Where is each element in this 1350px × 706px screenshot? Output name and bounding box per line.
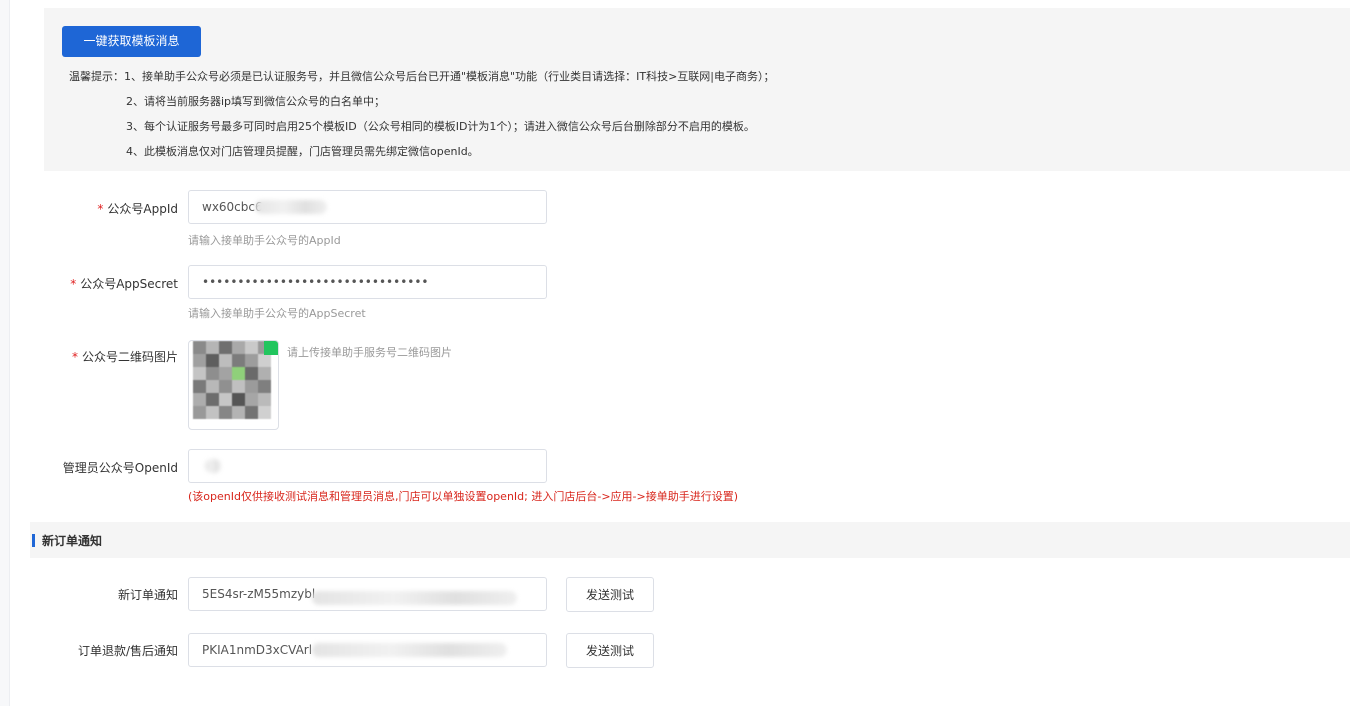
qrcode-image [193, 341, 271, 419]
redaction-blur [312, 591, 517, 605]
required-mark: * [70, 277, 77, 291]
qrcode-status-icon [264, 341, 278, 355]
tip-line-1: 温馨提示：1、接单助手公众号必须是已认证服务号，并且微信公众号后台已开通"模板消… [69, 70, 775, 83]
openid-warning: (该openId仅供接收测试消息和管理员消息,门店可以单独设置openId; 进… [188, 490, 739, 503]
appid-hint: 请输入接单助手公众号的AppId [188, 234, 341, 247]
qrcode-label: * 公众号二维码图片 [72, 348, 178, 365]
tip-line-2: 2、请将当前服务器ip填写到微信公众号的白名单中； [126, 95, 386, 108]
qrcode-upload[interactable] [188, 340, 279, 430]
qrcode-hint: 请上传接单助手服务号二维码图片 [287, 346, 452, 359]
redaction-blur [255, 200, 327, 214]
new-order-send-test-button[interactable]: 发送测试 [566, 577, 654, 612]
section-title: 新订单通知 [42, 534, 103, 548]
appsecret-input[interactable] [188, 265, 547, 299]
appid-input[interactable] [188, 190, 547, 224]
required-mark: * [71, 350, 78, 364]
section-accent-bar [32, 534, 35, 547]
new-order-label-text: 新订单通知 [117, 588, 178, 602]
section-header: 新订单通知 [30, 522, 1350, 558]
appsecret-hint: 请输入接单助手公众号的AppSecret [188, 307, 366, 320]
tips-block: 温馨提示：1、接单助手公众号必须是已认证服务号，并且微信公众号后台已开通"模板消… [69, 68, 775, 168]
tip-line-3: 3、每个认证服务号最多可同时启用25个模板ID（公众号相同的模板ID计为1个）；… [126, 120, 755, 133]
qrcode-label-text: 公众号二维码图片 [81, 350, 178, 364]
refund-label-text: 订单退款/售后通知 [77, 644, 178, 658]
openid-label: 管理员公众号OpenId [63, 459, 178, 476]
refund-send-test-button[interactable]: 发送测试 [566, 633, 654, 668]
new-order-label: 新订单通知 [118, 586, 178, 603]
redaction-blur [312, 643, 507, 657]
refund-label: 订单退款/售后通知 [78, 642, 178, 659]
redaction-blur [205, 459, 221, 473]
appsecret-label: * 公众号AppSecret [70, 275, 178, 292]
appid-label-text: 公众号AppId [107, 202, 178, 216]
openid-label-text: 管理员公众号OpenId [62, 461, 178, 475]
tip-line-4: 4、此模板消息仅对门店管理员提醒，门店管理员需先绑定微信openId。 [126, 145, 479, 158]
fetch-template-button[interactable]: 一键获取模板消息 [62, 26, 201, 57]
appsecret-label-text: 公众号AppSecret [80, 277, 178, 291]
notice-panel: 一键获取模板消息 温馨提示：1、接单助手公众号必须是已认证服务号，并且微信公众号… [44, 8, 1350, 171]
openid-input[interactable] [188, 449, 547, 483]
required-mark: * [97, 202, 104, 216]
left-sidebar-edge [0, 0, 10, 706]
appid-label: * 公众号AppId [97, 200, 178, 217]
